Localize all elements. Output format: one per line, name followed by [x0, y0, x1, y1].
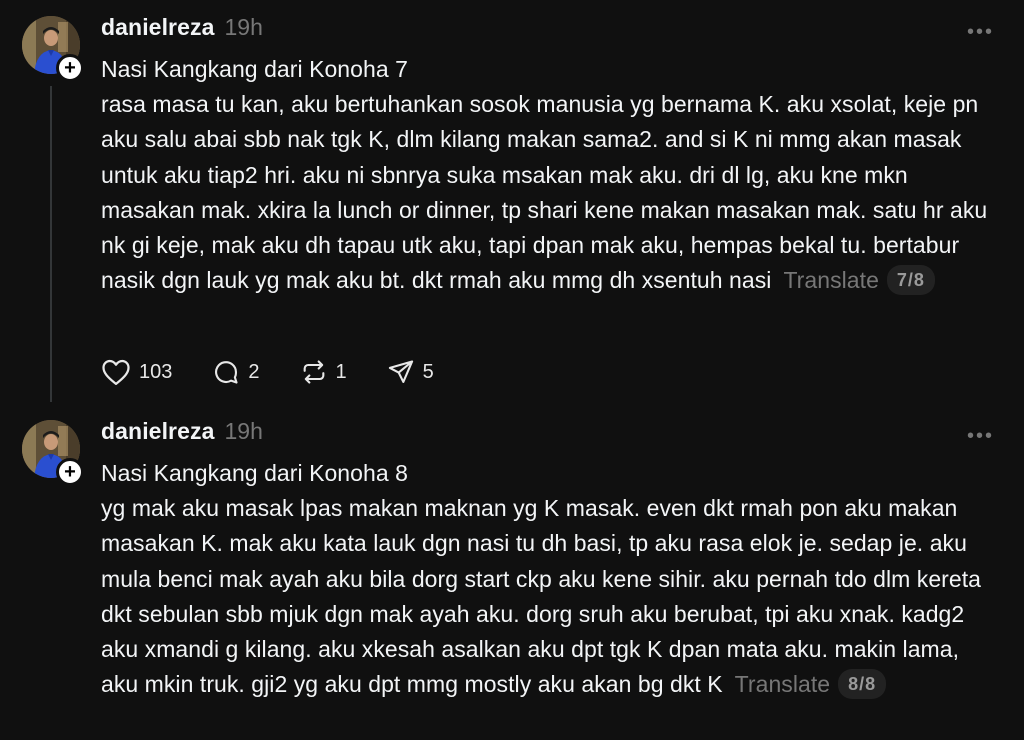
- post-header: danielreza 19h: [101, 14, 994, 46]
- repost-icon: [303, 360, 324, 384]
- translate-link[interactable]: Translate: [735, 671, 830, 697]
- repost-button[interactable]: 1: [300, 358, 347, 386]
- timestamp[interactable]: 19h: [225, 14, 263, 41]
- thread-connector-line: [50, 86, 52, 402]
- thread-feed: + danielreza 19h ••• Nasi Kangkang dari …: [0, 0, 1024, 740]
- reply-button[interactable]: 2: [212, 358, 260, 386]
- post-actions: 103 2 1 5: [101, 354, 474, 390]
- post-header: danielreza 19h: [101, 418, 994, 450]
- avatar-container[interactable]: +: [22, 420, 84, 486]
- thread-pager-badge: 8/8: [838, 669, 887, 700]
- like-button[interactable]: 103: [101, 358, 172, 386]
- comment-icon: [215, 361, 238, 384]
- post-content: danielreza 19h ••• Nasi Kangkang dari Ko…: [101, 14, 994, 298]
- more-horizontal-icon[interactable]: •••: [967, 22, 994, 42]
- repost-count: 1: [335, 360, 347, 383]
- translate-link[interactable]: Translate: [783, 267, 878, 293]
- heart-icon: [102, 359, 130, 385]
- like-count: 103: [139, 360, 173, 383]
- avatar-container[interactable]: +: [22, 16, 84, 82]
- send-icon: [388, 360, 413, 383]
- thread-pager-badge: 7/8: [886, 265, 935, 296]
- username-link[interactable]: danielreza: [101, 14, 215, 41]
- post-body: Nasi Kangkang dari Konoha 7 rasa masa tu…: [101, 56, 988, 294]
- post-body: Nasi Kangkang dari Konoha 8 yg mak aku m…: [101, 460, 982, 698]
- follow-plus-icon[interactable]: +: [56, 458, 84, 486]
- username-link[interactable]: danielreza: [101, 418, 215, 445]
- reply-count: 2: [248, 360, 260, 383]
- post-text: Nasi Kangkang dari Konoha 8 yg mak aku m…: [101, 456, 994, 702]
- more-horizontal-icon[interactable]: •••: [967, 426, 994, 446]
- follow-plus-icon[interactable]: +: [56, 54, 84, 82]
- share-button[interactable]: 5: [387, 358, 434, 386]
- timestamp[interactable]: 19h: [225, 418, 263, 445]
- post-content: danielreza 19h ••• Nasi Kangkang dari Ko…: [101, 418, 994, 702]
- share-count: 5: [422, 360, 434, 383]
- post-text: Nasi Kangkang dari Konoha 7 rasa masa tu…: [101, 52, 994, 298]
